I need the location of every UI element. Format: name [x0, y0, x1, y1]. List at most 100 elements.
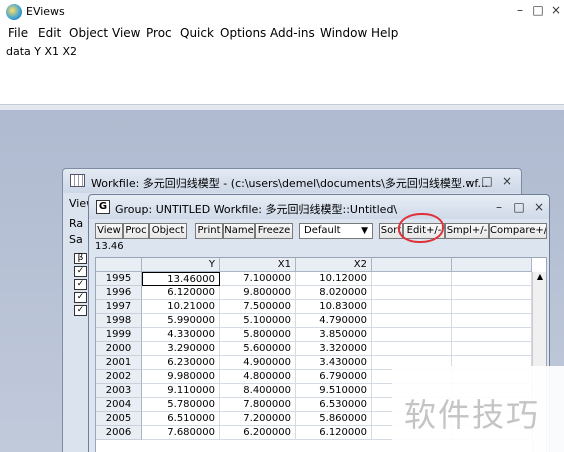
object-series-icon[interactable]: ✓ — [74, 305, 87, 316]
cell-x1[interactable]: 5.600000 — [220, 342, 296, 356]
row-header[interactable]: 2006 — [96, 426, 142, 440]
object-button[interactable]: Object — [149, 223, 187, 239]
cell-x2[interactable]: 3.320000 — [296, 342, 372, 356]
cell-empty[interactable] — [452, 286, 532, 300]
maximize-button[interactable]: □ — [530, 3, 546, 17]
print-button[interactable]: Print — [195, 223, 223, 239]
cell-x1[interactable]: 9.800000 — [220, 286, 296, 300]
cell-x1[interactable]: 5.100000 — [220, 314, 296, 328]
menu-file[interactable]: File — [8, 26, 28, 40]
menu-add-ins[interactable]: Add-ins — [270, 26, 315, 40]
menu-options[interactable]: Options — [220, 26, 266, 40]
cell-x2[interactable]: 6.120000 — [296, 426, 372, 440]
column-header-x2[interactable]: X2 — [296, 258, 372, 272]
object-series-icon[interactable]: ✓ — [74, 266, 87, 277]
row-header[interactable]: 1995 — [96, 272, 142, 286]
group-maximize-button[interactable]: □ — [511, 200, 527, 214]
cell-x1[interactable]: 8.400000 — [220, 384, 296, 398]
cell-empty[interactable] — [372, 300, 452, 314]
freeze-button[interactable]: Freeze — [255, 223, 293, 239]
cell-x2[interactable]: 3.850000 — [296, 328, 372, 342]
menu-quick[interactable]: Quick — [180, 26, 214, 40]
cell-y[interactable]: 5.990000 — [142, 314, 220, 328]
workfile-maximize-button[interactable]: □ — [479, 174, 495, 188]
cell-x1[interactable]: 7.200000 — [220, 412, 296, 426]
row-header[interactable]: 2001 — [96, 356, 142, 370]
cell-empty[interactable] — [452, 314, 532, 328]
display-format-select[interactable]: Default ▼ — [299, 223, 373, 239]
cell-y[interactable]: 9.110000 — [142, 384, 220, 398]
name-button[interactable]: Name — [223, 223, 255, 239]
cell-x2[interactable]: 8.020000 — [296, 286, 372, 300]
cell-x2[interactable]: 10.12000 — [296, 272, 372, 286]
cell-y[interactable]: 6.230000 — [142, 356, 220, 370]
workfile-minimize-button[interactable]: – — [461, 174, 477, 188]
cell-empty[interactable] — [452, 300, 532, 314]
row-header[interactable]: 1998 — [96, 314, 142, 328]
group-minimize-button[interactable]: – — [491, 200, 507, 214]
cell-x2[interactable]: 6.530000 — [296, 398, 372, 412]
cell-empty[interactable] — [372, 272, 452, 286]
object-beta-icon[interactable]: β — [74, 253, 87, 264]
column-header-x1[interactable]: X1 — [220, 258, 296, 272]
command-window[interactable]: data Y X1 X2 — [0, 42, 564, 104]
cell-y[interactable]: 6.510000 — [142, 412, 220, 426]
object-series-icon[interactable]: ✓ — [74, 279, 87, 290]
menu-object[interactable]: Object — [69, 26, 108, 40]
cell-empty[interactable] — [452, 342, 532, 356]
cell-x1[interactable]: 6.200000 — [220, 426, 296, 440]
cell-x1[interactable]: 4.800000 — [220, 370, 296, 384]
workfile-titlebar[interactable]: Workfile: 多元回归线模型 - (c:\users\demel\docu… — [63, 169, 521, 193]
menu-window[interactable]: Window — [320, 26, 367, 40]
cell-edit-field[interactable]: 13.46 — [95, 241, 547, 255]
row-header[interactable]: 2004 — [96, 398, 142, 412]
group-close-button[interactable]: × — [531, 200, 547, 214]
smpl-toggle-button[interactable]: Smpl+/- — [445, 223, 489, 239]
cell-x2[interactable]: 10.83000 — [296, 300, 372, 314]
scroll-up-arrow-icon[interactable]: ▲ — [537, 272, 543, 281]
proc-button[interactable]: Proc — [123, 223, 149, 239]
cell-y[interactable]: 3.290000 — [142, 342, 220, 356]
row-header[interactable]: 1999 — [96, 328, 142, 342]
column-header-y[interactable]: Y — [142, 258, 220, 272]
cell-y[interactable]: 4.330000 — [142, 328, 220, 342]
row-header[interactable]: 2003 — [96, 384, 142, 398]
cell-empty[interactable] — [452, 328, 532, 342]
cell-y[interactable]: 7.680000 — [142, 426, 220, 440]
menu-proc[interactable]: Proc — [146, 26, 172, 40]
cell-empty[interactable] — [372, 314, 452, 328]
view-button[interactable]: View — [95, 223, 123, 239]
row-header[interactable]: 2002 — [96, 370, 142, 384]
cell-x1[interactable]: 7.100000 — [220, 272, 296, 286]
group-titlebar[interactable]: G Group: UNTITLED Workfile: 多元回归线模型::Unt… — [89, 195, 549, 219]
compare-toggle-button[interactable]: Compare+/- — [489, 223, 547, 239]
object-series-icon[interactable]: ✓ — [74, 292, 87, 303]
cell-x2[interactable]: 5.860000 — [296, 412, 372, 426]
cell-y[interactable]: 10.21000 — [142, 300, 220, 314]
cell-x1[interactable]: 7.800000 — [220, 398, 296, 412]
row-header[interactable]: 2005 — [96, 412, 142, 426]
cell-x2[interactable]: 6.790000 — [296, 370, 372, 384]
menu-help[interactable]: Help — [371, 26, 398, 40]
cell-empty[interactable] — [372, 328, 452, 342]
cell-x1[interactable]: 5.800000 — [220, 328, 296, 342]
minimize-button[interactable]: – — [512, 3, 528, 17]
workfile-close-button[interactable]: × — [499, 174, 515, 188]
cell-empty[interactable] — [452, 272, 532, 286]
cell-x2[interactable]: 9.510000 — [296, 384, 372, 398]
menu-edit[interactable]: Edit — [38, 26, 61, 40]
cell-y[interactable]: 13.46000 — [142, 272, 220, 286]
row-header[interactable]: 1996 — [96, 286, 142, 300]
cell-x2[interactable]: 3.430000 — [296, 356, 372, 370]
cell-y[interactable]: 6.120000 — [142, 286, 220, 300]
menu-view[interactable]: View — [112, 26, 140, 40]
cell-y[interactable]: 9.980000 — [142, 370, 220, 384]
close-button[interactable]: × — [548, 3, 564, 17]
cell-x1[interactable]: 7.500000 — [220, 300, 296, 314]
cell-empty[interactable] — [372, 342, 452, 356]
row-header[interactable]: 1997 — [96, 300, 142, 314]
cell-x2[interactable]: 4.790000 — [296, 314, 372, 328]
cell-y[interactable]: 5.780000 — [142, 398, 220, 412]
cell-x1[interactable]: 4.900000 — [220, 356, 296, 370]
cell-empty[interactable] — [372, 286, 452, 300]
